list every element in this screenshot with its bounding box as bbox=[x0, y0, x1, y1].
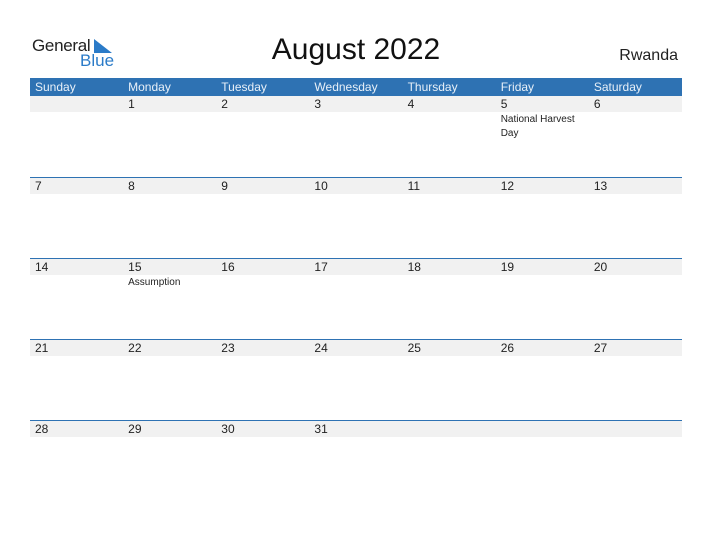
day-cell: 30 bbox=[216, 420, 309, 500]
day-number: 5 bbox=[500, 97, 508, 111]
day-cell: 7 bbox=[30, 177, 123, 257]
day-number: 10 bbox=[314, 179, 328, 193]
day-cell bbox=[589, 420, 682, 500]
day-number: 30 bbox=[221, 422, 235, 436]
day-number: 28 bbox=[35, 422, 49, 436]
day-number: 19 bbox=[500, 260, 515, 274]
weekday-wednesday: Wednesday bbox=[314, 80, 378, 94]
day-number: 25 bbox=[407, 341, 421, 355]
day-number: 15 bbox=[128, 260, 142, 274]
day-number: 7 bbox=[35, 179, 42, 193]
weekday-thursday: Thursday bbox=[407, 80, 458, 94]
day-number: 4 bbox=[407, 97, 415, 111]
day-cell: 23 bbox=[216, 339, 309, 419]
day-cell: 15 Assumption bbox=[123, 258, 216, 338]
day-number: 20 bbox=[593, 260, 608, 274]
day-cell: 21 bbox=[30, 339, 123, 419]
day-number: 9 bbox=[221, 179, 228, 193]
day-number: 13 bbox=[593, 179, 608, 193]
day-cell: 22 bbox=[123, 339, 216, 419]
day-cell: 13 bbox=[589, 177, 682, 257]
weekday-friday: Friday bbox=[500, 80, 535, 94]
week-row: 14 15 Assumption 16 17 18 19 20 bbox=[30, 258, 682, 338]
weekday-saturday: Saturday bbox=[593, 80, 642, 94]
holiday-label: National Harvest Day bbox=[500, 114, 575, 139]
day-number: 2 bbox=[221, 97, 228, 111]
day-number: 11 bbox=[407, 179, 421, 193]
day-cell: 8 bbox=[123, 177, 216, 257]
calendar-title: August 2022 bbox=[271, 33, 441, 66]
day-cell: 10 bbox=[309, 177, 402, 257]
day-cell bbox=[496, 420, 589, 500]
day-number: 31 bbox=[314, 422, 328, 436]
day-cell: 5 National Harvest Day bbox=[496, 96, 589, 176]
day-cell: 24 bbox=[309, 339, 402, 419]
weekday-monday: Monday bbox=[128, 80, 171, 94]
day-cell: 4 bbox=[403, 96, 496, 176]
day-number: 6 bbox=[593, 97, 601, 111]
week-row: 28 29 30 31 bbox=[30, 420, 682, 500]
day-cell: 2 bbox=[216, 96, 309, 176]
day-number: 12 bbox=[500, 179, 515, 193]
weekday-sunday: Sunday bbox=[35, 80, 76, 94]
day-cell: 31 bbox=[309, 420, 402, 500]
week-row: 1 2 3 4 5 National Harvest Day 6 bbox=[30, 96, 682, 176]
day-number: 26 bbox=[500, 341, 515, 355]
holiday-label: Assumption bbox=[128, 277, 181, 288]
day-cell: 19 bbox=[496, 258, 589, 338]
day-cell bbox=[30, 96, 123, 176]
day-number: 21 bbox=[35, 341, 49, 355]
day-number: 14 bbox=[35, 260, 49, 274]
day-cell: 9 bbox=[216, 177, 309, 257]
day-cell: 1 bbox=[123, 96, 216, 176]
day-number: 16 bbox=[221, 260, 235, 274]
day-cell: 3 bbox=[309, 96, 402, 176]
day-number: 22 bbox=[128, 341, 142, 355]
day-cell: 12 bbox=[496, 177, 589, 257]
day-number: 29 bbox=[128, 422, 142, 436]
day-cell: 6 bbox=[589, 96, 682, 176]
day-cell: 28 bbox=[30, 420, 123, 500]
weekday-tuesday: Tuesday bbox=[221, 80, 267, 94]
day-cell: 25 bbox=[403, 339, 496, 419]
day-number: 3 bbox=[314, 97, 322, 111]
country-label: Rwanda bbox=[619, 47, 678, 64]
day-cell: 18 bbox=[403, 258, 496, 338]
day-cell: 11 bbox=[403, 177, 496, 257]
day-number: 18 bbox=[407, 260, 421, 274]
week-row: 7 8 9 10 11 12 13 bbox=[30, 177, 682, 257]
day-cell: 26 bbox=[496, 339, 589, 419]
day-number: 23 bbox=[221, 341, 235, 355]
day-number: 8 bbox=[128, 179, 135, 193]
day-cell: 17 bbox=[309, 258, 402, 338]
day-cell: 20 bbox=[589, 258, 682, 338]
day-cell: 29 bbox=[123, 420, 216, 500]
day-number: 17 bbox=[314, 260, 328, 274]
day-number: 24 bbox=[314, 341, 328, 355]
day-cell: 27 bbox=[589, 339, 682, 419]
weekday-header: Sunday Monday Tuesday Wednesday Thursday… bbox=[30, 78, 682, 97]
day-cell bbox=[403, 420, 496, 500]
day-number: 1 bbox=[128, 97, 135, 111]
week-row: 21 22 23 24 25 26 27 bbox=[30, 339, 682, 419]
day-cell: 14 bbox=[30, 258, 123, 338]
day-cell: 16 bbox=[216, 258, 309, 338]
day-number: 27 bbox=[593, 341, 608, 355]
